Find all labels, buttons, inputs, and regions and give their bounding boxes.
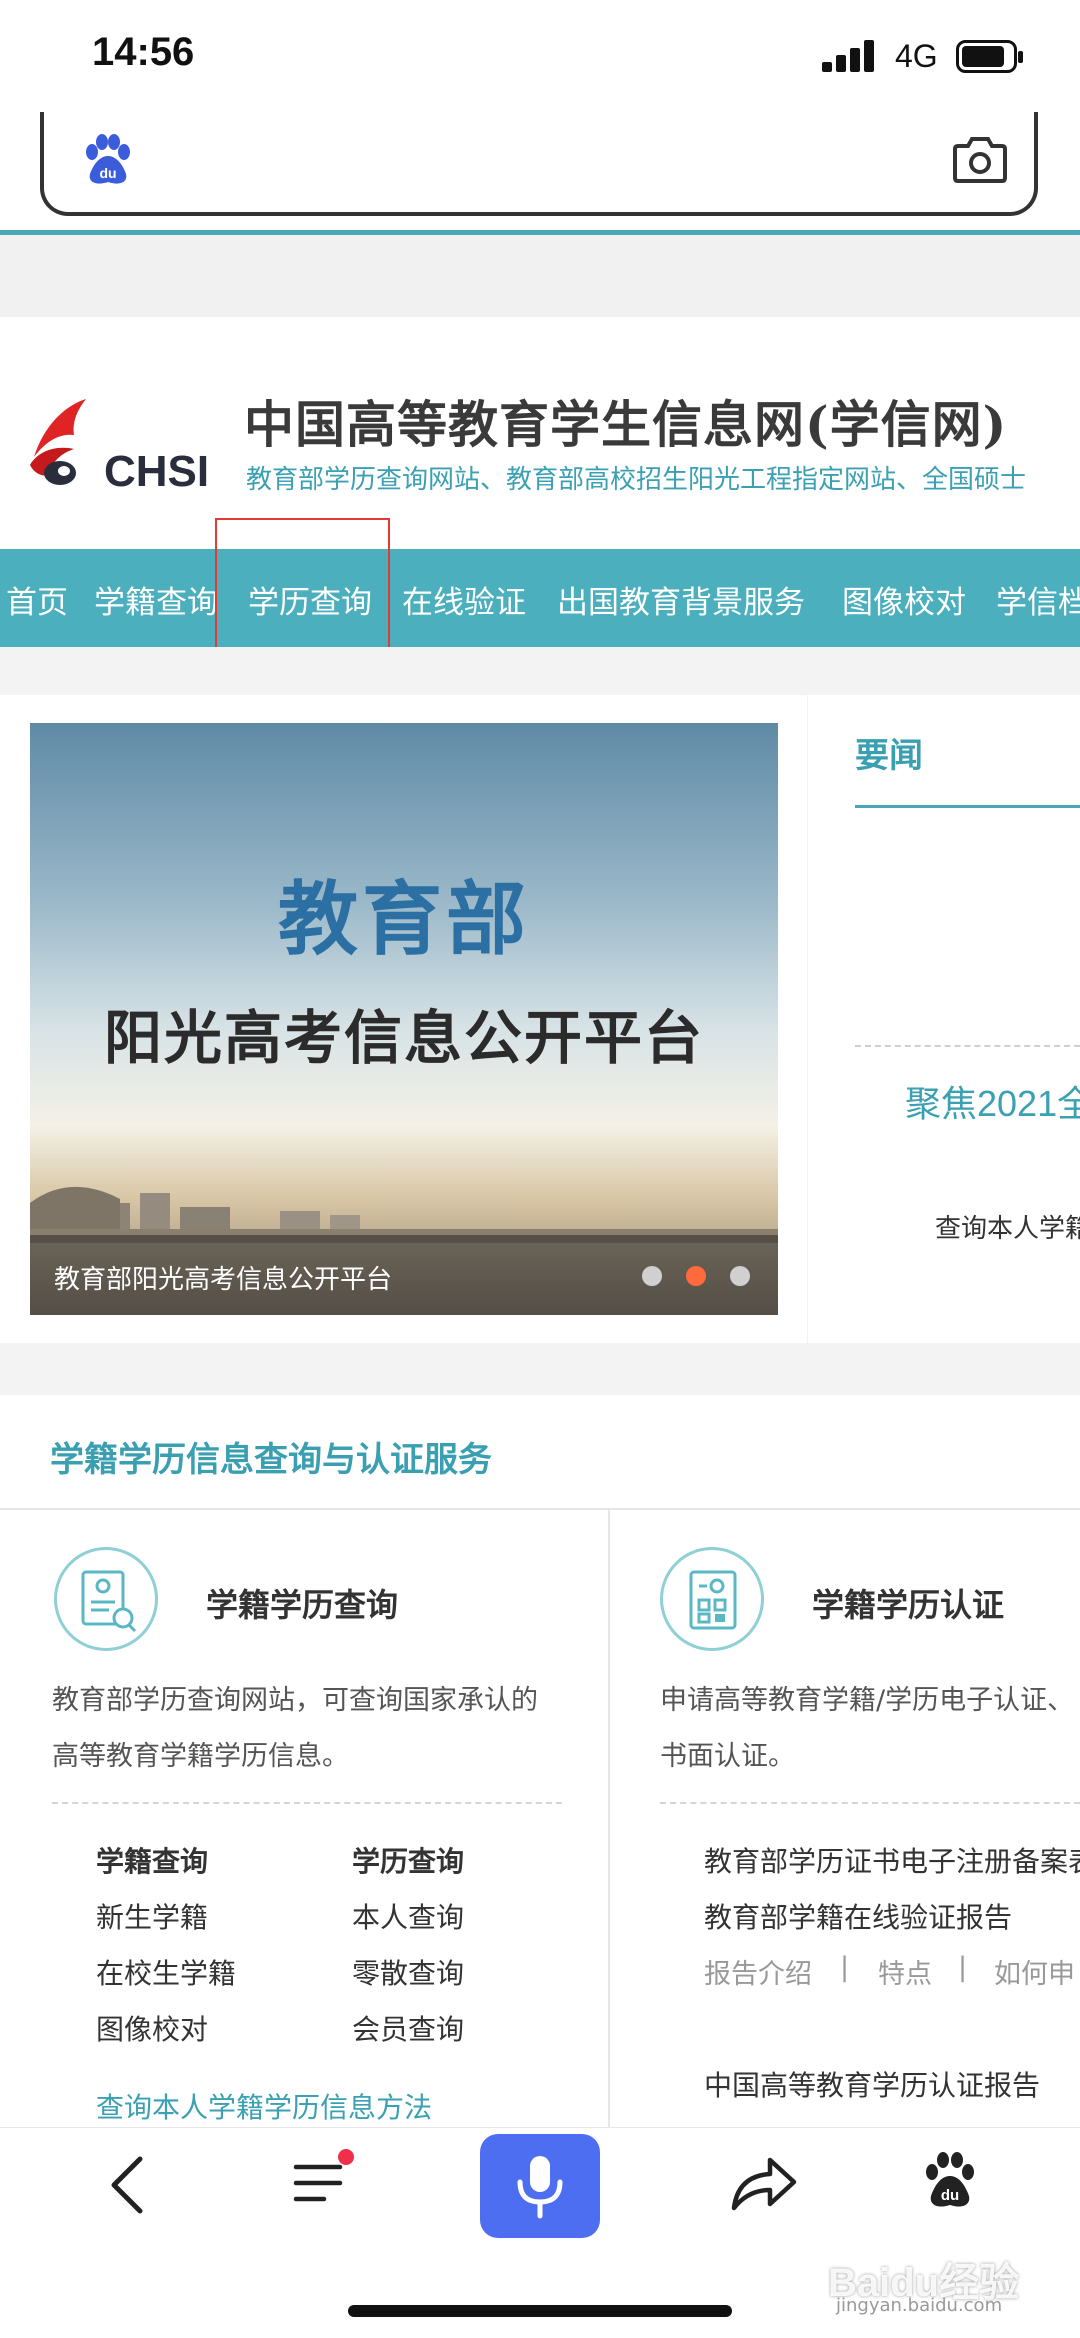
carousel-dot-2[interactable] xyxy=(686,1266,706,1286)
search-box[interactable]: du xyxy=(40,112,1038,216)
document-search-icon xyxy=(54,1547,158,1651)
nav-item-home[interactable]: 首页 xyxy=(6,577,68,622)
nav-item-archive[interactable]: 学信档 xyxy=(996,577,1080,622)
link-registration-record[interactable]: 教育部学历证书电子注册备案表 xyxy=(704,1840,1080,1880)
service-desc-verify-line1: 申请高等教育学籍/学历电子认证、 xyxy=(660,1685,1075,1716)
link-new-student-enrollment[interactable]: 新生学籍 xyxy=(96,1896,208,1936)
services-column-divider xyxy=(608,1510,610,2127)
carousel-dot-3[interactable] xyxy=(730,1266,750,1286)
baidu-paw-icon[interactable]: du xyxy=(920,2150,980,2212)
service-desc-query-line1: 教育部学历查询网站，可查询国家承认的 xyxy=(52,1685,538,1716)
service-dash-divider xyxy=(660,1802,1080,1804)
nav-item-online-verify[interactable]: 在线验证 xyxy=(402,577,526,622)
news-headline-link[interactable]: 聚焦2021全 xyxy=(905,1075,1080,1127)
enrollment-query-heading[interactable]: 学籍查询 xyxy=(96,1840,208,1880)
degree-query-heading[interactable]: 学历查询 xyxy=(352,1840,464,1880)
signal-icon xyxy=(822,40,874,72)
mic-icon xyxy=(517,2156,563,2219)
service-dash-divider xyxy=(52,1802,562,1804)
service-desc-query-line2: 高等教育学籍学历信息。 xyxy=(52,1741,349,1772)
status-time: 14:56 xyxy=(92,30,195,74)
banner-subheadline: 阳光高考信息公开平台 xyxy=(103,1004,704,1072)
site-subtitle: 教育部学历查询网站、教育部高校招生阳光工程指定网站、全国硕士 xyxy=(246,465,1027,495)
camera-icon[interactable] xyxy=(952,134,1008,184)
banner-headline: 教育部 xyxy=(278,873,530,966)
nav-item-overseas-service[interactable]: 出国教育背景服务 xyxy=(557,577,805,622)
banner-carousel[interactable]: 教育部 阳光高考信息公开平台 教育部阳光高考信息公开平台 xyxy=(30,723,778,1315)
watermark-url: jingyan.baidu.com xyxy=(836,2295,1003,2316)
link-online-verify-report[interactable]: 教育部学籍在线验证报告 xyxy=(704,1896,1012,1936)
news-title: 要闻 xyxy=(855,736,923,776)
nav-item-enrollment-query[interactable]: 学籍查询 xyxy=(94,577,218,622)
home-indicator[interactable] xyxy=(348,2305,732,2317)
search-input[interactable] xyxy=(144,132,868,184)
link-report-intro[interactable]: 报告介绍 xyxy=(704,1952,812,1991)
news-title-underline xyxy=(855,805,1080,808)
link-features[interactable]: 特点 xyxy=(878,1952,932,1991)
services-divider xyxy=(0,1508,1080,1510)
nav-item-image-check[interactable]: 图像校对 xyxy=(842,577,966,622)
baidu-paw-icon[interactable]: du xyxy=(80,132,136,188)
query-method-link[interactable]: 查询本人学籍学历信息方法 xyxy=(96,2086,432,2126)
logo-text: CHSI xyxy=(104,447,210,496)
news-item-link[interactable]: 查询本人学籍 xyxy=(935,1208,1080,1245)
banner-caption: 教育部阳光高考信息公开平台 xyxy=(54,1265,393,1295)
network-type: 4G xyxy=(895,38,938,74)
link-image-check[interactable]: 图像校对 xyxy=(96,2008,208,2048)
link-separator: | xyxy=(958,1952,968,1983)
link-current-student-enrollment[interactable]: 在校生学籍 xyxy=(96,1952,236,1992)
battery-icon xyxy=(956,40,1023,73)
chsi-logo-icon[interactable] xyxy=(26,395,110,491)
news-card xyxy=(808,695,1080,1343)
link-self-query[interactable]: 本人查询 xyxy=(352,1896,464,1936)
back-icon[interactable] xyxy=(100,2155,156,2215)
site-header: CHSI 中国高等教育学生信息网(学信网) 教育部学历查询网站、教育部高校招生阳… xyxy=(0,317,1080,549)
link-individual-query[interactable]: 零散查询 xyxy=(352,1952,464,1992)
document-qr-icon xyxy=(660,1547,764,1651)
voice-search-button[interactable] xyxy=(480,2134,600,2238)
link-degree-verify-report[interactable]: 中国高等教育学历认证报告 xyxy=(704,2064,1040,2104)
site-title: 中国高等教育学生信息网(学信网) xyxy=(244,395,1008,454)
status-bar: 14:56 4G xyxy=(0,0,1080,112)
share-icon[interactable] xyxy=(728,2150,800,2216)
service-name-verify[interactable]: 学籍学历认证 xyxy=(812,1580,1004,1626)
main-nav: 首页 学籍查询 学历查询 在线验证 出国教育背景服务 图像校对 学信档 xyxy=(0,549,1080,647)
city-skyline-image xyxy=(30,1186,778,1243)
link-separator: | xyxy=(840,1952,850,1983)
services-section-title: 学籍学历信息查询与认证服务 xyxy=(50,1440,492,1480)
svg-text:du: du xyxy=(99,165,116,181)
menu-icon[interactable] xyxy=(288,2145,360,2217)
link-how-to-apply[interactable]: 如何申 xyxy=(994,1952,1075,1991)
svg-text:du: du xyxy=(941,2187,959,2204)
news-divider xyxy=(855,1045,1080,1047)
service-name-query[interactable]: 学籍学历查询 xyxy=(206,1580,398,1626)
carousel-dot-1[interactable] xyxy=(642,1266,662,1286)
page-spacer xyxy=(0,235,1080,317)
service-desc-verify-line2: 书面认证。 xyxy=(660,1741,795,1772)
link-member-query[interactable]: 会员查询 xyxy=(352,2008,464,2048)
